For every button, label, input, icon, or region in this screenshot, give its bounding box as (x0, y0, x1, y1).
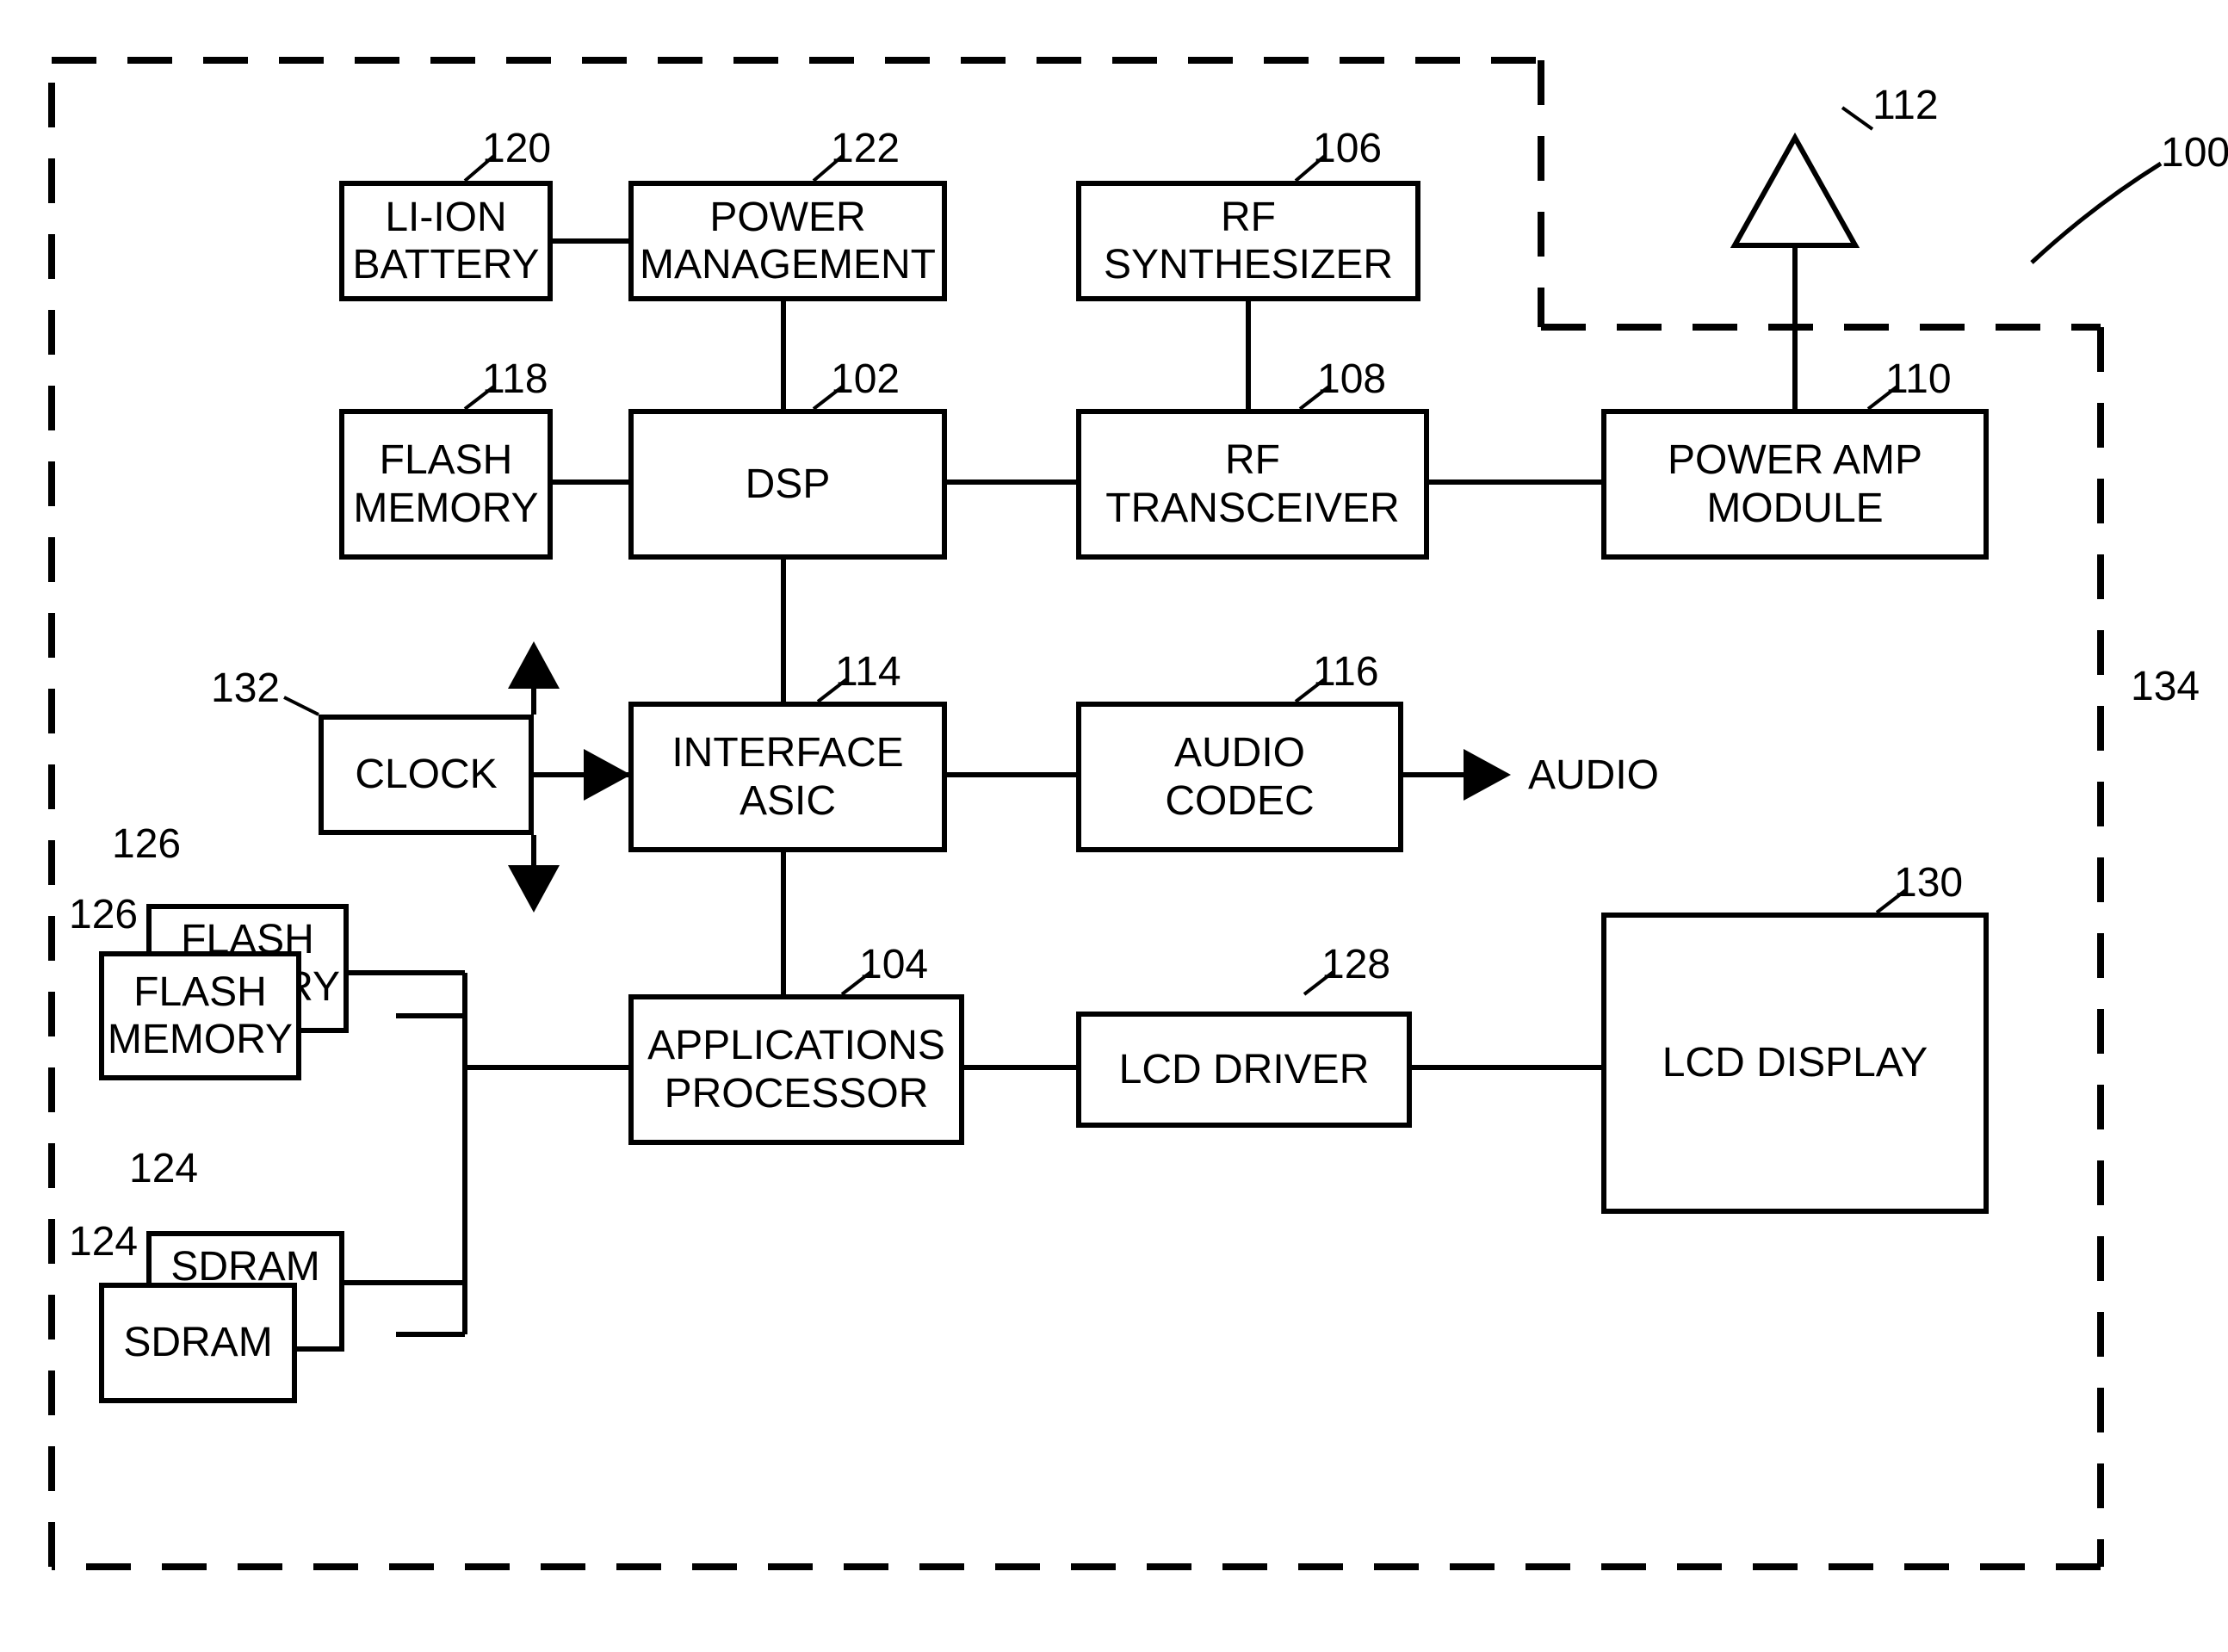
ref-dsp: 102 (831, 356, 900, 403)
ref-pa-module: 110 (1885, 356, 1952, 403)
lcd-display-label: LCD DISPLAY (1662, 1039, 1928, 1086)
flash-stack-front-label: FLASH MEMORY (108, 968, 293, 1063)
block-power-management: POWER MANAGEMENT (628, 181, 947, 301)
ref-lcd-display: 130 (1894, 859, 1963, 906)
ref-iface-asic: 114 (835, 648, 901, 696)
block-rf-synthesizer: RF SYNTHESIZER (1076, 181, 1420, 301)
ref-flash-a: 126 (112, 820, 181, 868)
block-battery: LI-ION BATTERY (339, 181, 553, 301)
ref-boundary: 134 (2131, 663, 2200, 710)
block-dsp: DSP (628, 409, 947, 560)
block-flash-stack-front: FLASH MEMORY (99, 951, 301, 1080)
ref-pwr-mgmt: 122 (831, 125, 900, 172)
block-audio-codec: AUDIO CODEC (1076, 702, 1403, 852)
block-lcd-driver: LCD DRIVER (1076, 1012, 1412, 1128)
ref-antenna: 112 (1872, 82, 1939, 129)
ref-battery: 120 (482, 125, 551, 172)
block-interface-asic: INTERFACE ASIC (628, 702, 947, 852)
audio-output-label: AUDIO (1528, 752, 1659, 799)
flash-mem-label: FLASH MEMORY (353, 436, 538, 531)
ref-flash-b: 126 (69, 891, 138, 938)
block-power-amp-module: POWER AMP MODULE (1601, 409, 1989, 560)
ref-app-proc: 104 (859, 941, 928, 988)
pa-module-label: POWER AMP MODULE (1668, 436, 1922, 531)
ref-clock: 132 (211, 665, 280, 712)
ref-system: 100 (2161, 129, 2228, 176)
ref-flash-mem: 118 (482, 356, 548, 403)
ref-audio-codec: 116 (1313, 648, 1379, 696)
audio-codec-label: AUDIO CODEC (1165, 729, 1314, 824)
block-sdram-front: SDRAM (99, 1283, 297, 1403)
lcd-driver-label: LCD DRIVER (1119, 1046, 1370, 1093)
iface-asic-label: INTERFACE ASIC (671, 729, 903, 824)
rf-trx-label: RF TRANSCEIVER (1105, 436, 1399, 531)
app-proc-label: APPLICATIONS PROCESSOR (647, 1022, 945, 1117)
block-flash-memory: FLASH MEMORY (339, 409, 553, 560)
block-applications-processor: APPLICATIONS PROCESSOR (628, 994, 964, 1145)
block-clock: CLOCK (319, 715, 534, 835)
block-rf-transceiver: RF TRANSCEIVER (1076, 409, 1429, 560)
battery-label: LI-ION BATTERY (353, 194, 540, 288)
ref-sdram-a: 124 (129, 1145, 198, 1192)
ref-rf-synth: 106 (1313, 125, 1382, 172)
dsp-label: DSP (746, 461, 831, 508)
ref-sdram-b: 124 (69, 1218, 138, 1265)
sdram-front-label: SDRAM (123, 1319, 272, 1366)
clock-label: CLOCK (355, 751, 497, 798)
pwr-mgmt-label: POWER MANAGEMENT (640, 194, 936, 288)
block-lcd-display: LCD DISPLAY (1601, 913, 1989, 1214)
ref-rf-trx: 108 (1317, 356, 1386, 403)
ref-lcd-driver: 128 (1321, 941, 1390, 988)
rf-synth-label: RF SYNTHESIZER (1104, 194, 1393, 288)
